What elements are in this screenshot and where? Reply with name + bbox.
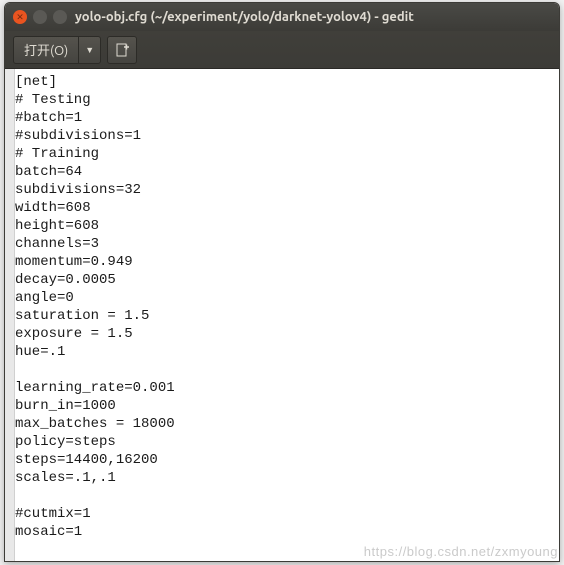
window-title: yolo-obj.cfg (~/experiment/yolo/darknet-… xyxy=(75,10,414,24)
window-controls: ✕ xyxy=(13,10,67,24)
watermark: https://blog.csdn.net/zxmyoung xyxy=(364,544,558,559)
new-document-icon xyxy=(114,42,130,58)
close-icon[interactable]: ✕ xyxy=(13,10,27,24)
left-gutter xyxy=(5,69,15,562)
minimize-icon[interactable] xyxy=(33,10,47,24)
text-editor[interactable]: [net] # Testing #batch=1 #subdivisions=1… xyxy=(15,69,559,561)
gedit-window: ✕ yolo-obj.cfg (~/experiment/yolo/darkne… xyxy=(4,2,560,562)
titlebar[interactable]: ✕ yolo-obj.cfg (~/experiment/yolo/darkne… xyxy=(5,3,559,31)
open-button[interactable]: 打开(O) ▼ xyxy=(13,36,101,64)
open-button-label[interactable]: 打开(O) xyxy=(14,37,79,63)
chevron-down-icon[interactable]: ▼ xyxy=(79,37,100,63)
toolbar: 打开(O) ▼ xyxy=(5,31,559,69)
maximize-icon[interactable] xyxy=(53,10,67,24)
new-tab-button[interactable] xyxy=(107,36,137,64)
